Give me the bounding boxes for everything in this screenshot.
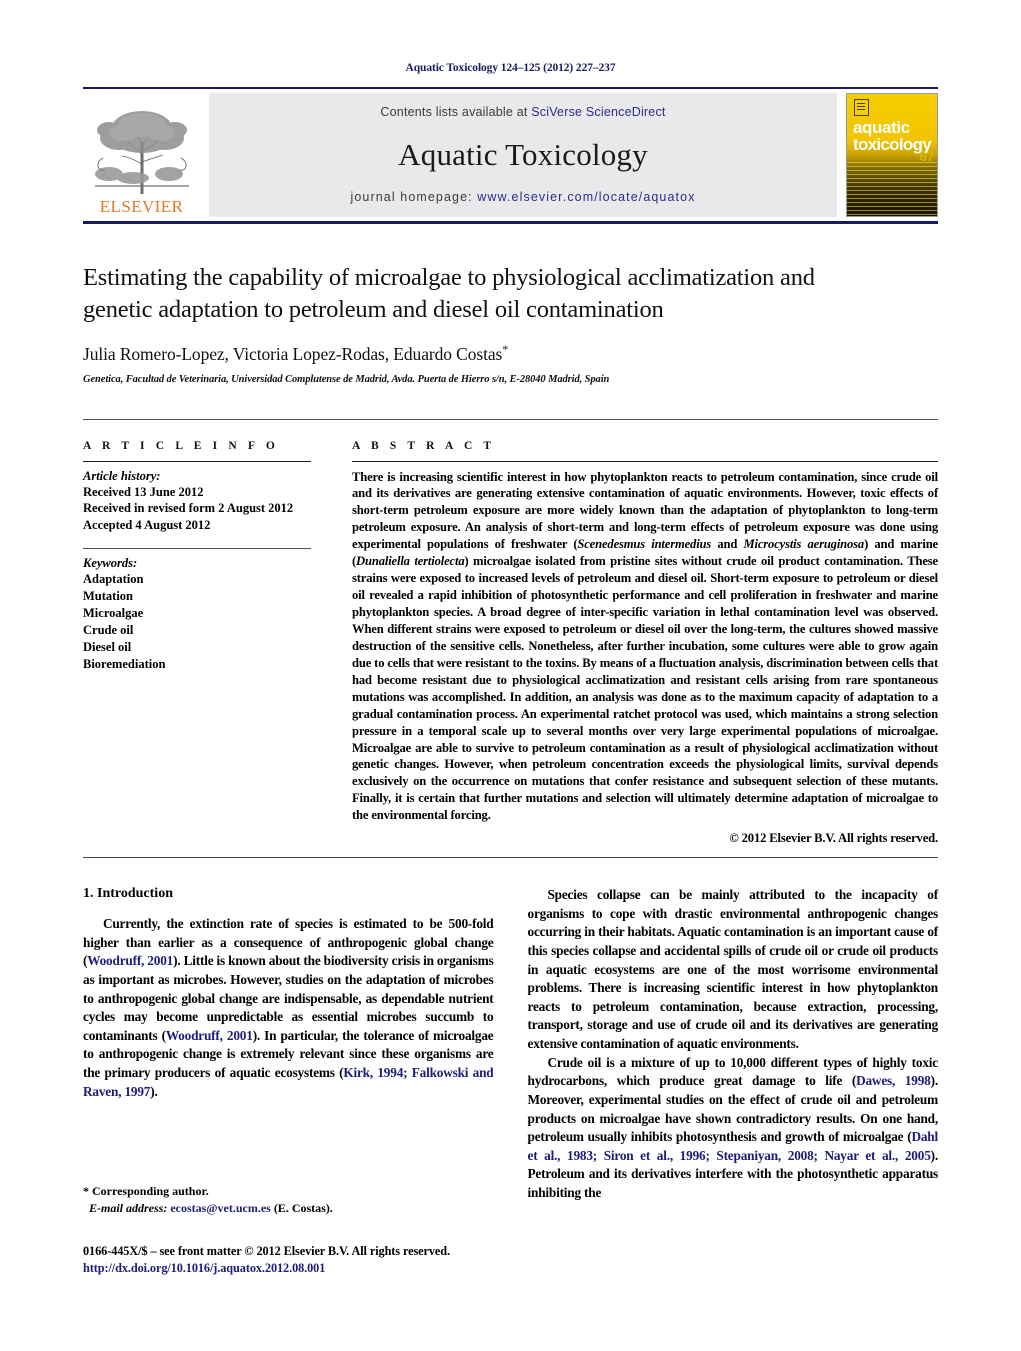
corresponding-author-note: * Corresponding author. [83, 1184, 209, 1198]
article-history-item: Received 13 June 2012 [83, 484, 204, 499]
email-label: E-mail address: [89, 1201, 168, 1216]
contents-lists-line: Contents lists available at SciVerse Sci… [380, 105, 665, 119]
doi-link[interactable]: http://dx.doi.org/10.1016/j.aquatox.2012… [83, 1260, 603, 1277]
abstract-heading: A B S T R A C T [352, 439, 496, 452]
body-column-right: Species collapse can be mainly attribute… [528, 886, 939, 1202]
info-abstract-region: A R T I C L E I N F O Article history: R… [83, 418, 938, 847]
email-suffix: (E. Costas). [270, 1201, 333, 1216]
cover-water-ripples [847, 162, 937, 216]
issn-front-matter: 0166-445X/$ – see front matter © 2012 El… [83, 1244, 450, 1258]
species-name-1: Scenedesmus intermedius [577, 537, 712, 552]
abstract-column: A B S T R A C T There is increasing scie… [352, 440, 938, 847]
keyword-item: Adaptation [83, 572, 144, 587]
contents-prefix: Contents lists available at [380, 105, 532, 119]
author-names: Julia Romero-Lopez, Victoria Lopez-Rodas… [83, 343, 503, 364]
keyword-item: Microalgae [83, 605, 144, 620]
paragraph: Currently, the extinction rate of specie… [83, 915, 494, 1101]
paragraph: Species collapse can be mainly attribute… [527, 887, 939, 1052]
article-history-item: Received in revised form 2 August 2012 [83, 501, 294, 516]
paragraph-text: ). [150, 1083, 158, 1099]
journal-title: Aquatic Toxicology [398, 137, 648, 172]
abstract-part-4: ) microalgae isolated from pristine site… [352, 554, 939, 823]
divider [83, 548, 311, 550]
article-info-heading: A R T I C L E I N F O [83, 439, 279, 452]
paragraph: Crude oil is a mixture of up to 10,000 d… [528, 1054, 939, 1203]
copyright-line: © 2012 Elsevier B.V. All rights reserved… [729, 831, 938, 846]
article-info-column: A R T I C L E I N F O Article history: R… [83, 440, 311, 847]
keyword-item: Diesel oil [83, 639, 132, 654]
cover-title-line1: aquatic [853, 118, 910, 137]
journal-homepage-line: journal homepage: www.elsevier.com/locat… [350, 190, 695, 204]
article-history-label: Article history: [83, 468, 161, 483]
citation-link[interactable]: Woodruff, 2001 [87, 953, 173, 968]
keyword-item: Mutation [83, 589, 133, 604]
abstract-part-2: and [711, 537, 744, 552]
issn-doi-block: 0166-445X/$ – see front matter © 2012 El… [83, 1243, 603, 1278]
citation-link[interactable]: Woodruff, 2001 [166, 1028, 253, 1043]
divider [83, 857, 938, 859]
page-title: Estimating the capability of microalgae … [83, 264, 815, 323]
journal-masthead: ELSEVIER Contents lists available at Sci… [83, 87, 938, 224]
author-list: Julia Romero-Lopez, Victoria Lopez-Rodas… [83, 342, 938, 365]
journal-cover-thumbnail: aquatic toxicology 67 [846, 93, 938, 217]
keyword-item: Bioremediation [83, 656, 166, 671]
elsevier-logo: ELSEVIER [83, 93, 200, 217]
journal-band: Contents lists available at SciVerse Sci… [209, 93, 837, 217]
body-columns: 1. Introduction Currently, the extinctio… [83, 886, 938, 1202]
divider [83, 460, 311, 462]
affiliation: Genetica, Facultad de Veterinaria, Unive… [83, 373, 610, 385]
divider [352, 460, 938, 462]
homepage-link[interactable]: www.elsevier.com/locate/aquatox [477, 190, 695, 204]
title-block: Estimating the capability of microalgae … [83, 224, 938, 385]
homepage-prefix: journal homepage: [350, 190, 478, 204]
elsevier-wordmark: ELSEVIER [99, 197, 184, 216]
keywords-label: Keywords: [83, 556, 138, 571]
corresponding-author-marker: * [502, 341, 509, 356]
email-note: E-mail address: ecostas@vet.ucm.es (E. C… [83, 1200, 493, 1217]
article-history-item: Accepted 4 August 2012 [83, 518, 211, 533]
paper-page: Aquatic Toxicology 124–125 (2012) 227–23… [0, 0, 1021, 1351]
elsevier-tree-icon [94, 111, 189, 194]
citation-link[interactable]: Dawes, 1998 [856, 1073, 931, 1088]
abstract-text: There is increasing scientific interest … [352, 469, 938, 825]
sciencedirect-link[interactable]: SciVerse ScienceDirect [531, 105, 665, 119]
running-head: Aquatic Toxicology 124–125 (2012) 227–23… [405, 62, 616, 74]
species-name-2: Microcystis aeruginosa [743, 537, 865, 552]
keyword-item: Crude oil [83, 622, 134, 637]
email-link[interactable]: ecostas@vet.ucm.es [170, 1201, 270, 1215]
body-column-left: 1. Introduction Currently, the extinctio… [83, 886, 494, 1202]
cover-elsevier-mark-icon [854, 99, 869, 116]
species-name-3: Dunaliella tertiolecta [356, 554, 465, 569]
section-heading-introduction: 1. Introduction [83, 886, 173, 902]
footnote-block: * Corresponding author. E-mail address: … [83, 1183, 493, 1217]
